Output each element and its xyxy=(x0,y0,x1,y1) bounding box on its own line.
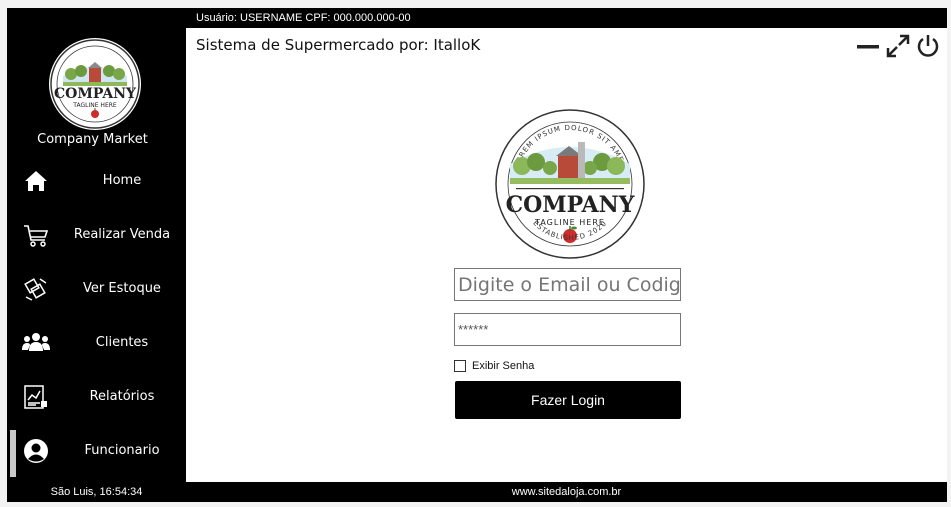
nav-label: Relatórios xyxy=(89,389,155,404)
login-button[interactable]: Fazer Login xyxy=(455,381,681,419)
main-content: Sistema de Supermercado por: ItalloK REM… xyxy=(186,28,947,482)
nav-label: Realizar Venda xyxy=(73,227,171,242)
power-icon xyxy=(916,35,940,62)
company-logo: LOREM IPSUM DOLOR SIT AMET COMPANY TAGLI… xyxy=(494,108,646,260)
power-button[interactable] xyxy=(916,34,940,58)
nav-item-ver-estoque[interactable]: Ver Estoque xyxy=(7,263,186,315)
active-indicator xyxy=(10,430,16,477)
show-password-checkbox[interactable]: Exibir Senha xyxy=(454,359,534,373)
home-icon xyxy=(22,167,50,195)
svg-text:TAGLINE HERE: TAGLINE HERE xyxy=(534,218,605,227)
app-window: COMPANY TAGLINE HERE Company Market Home… xyxy=(7,8,947,502)
nav-label: Funcionario xyxy=(84,443,160,458)
user-info-bar: Usuário: USERNAME CPF: 000.000.000-00 xyxy=(186,8,947,28)
company-logo-small: COMPANY TAGLINE HERE xyxy=(49,38,141,130)
clients-icon xyxy=(22,329,50,357)
minimize-button[interactable] xyxy=(856,34,880,58)
nav-item-funcionario[interactable]: Funcionario xyxy=(7,425,186,477)
nav-label: Clientes xyxy=(95,335,149,350)
cart-icon xyxy=(22,221,50,249)
password-field[interactable] xyxy=(454,313,681,346)
site-footer: www.sitedaloja.com.br xyxy=(186,482,947,502)
user-icon xyxy=(22,437,50,465)
nav-item-home[interactable]: Home xyxy=(7,155,186,207)
inventory-icon xyxy=(22,275,50,303)
svg-text:TAGLINE HERE: TAGLINE HERE xyxy=(72,102,117,109)
show-password-label: Exibir Senha xyxy=(472,360,535,372)
nav-item-realizar-venda[interactable]: Realizar Venda xyxy=(7,209,186,261)
report-icon xyxy=(22,383,50,411)
minimize-icon xyxy=(856,43,880,62)
checkbox-box[interactable] xyxy=(454,360,466,372)
maximize-button[interactable] xyxy=(886,34,910,58)
nav-label: Home xyxy=(102,173,142,188)
expand-icon xyxy=(886,34,910,62)
email-field[interactable] xyxy=(454,268,681,301)
clock-location: São Luis, 16:54:34 xyxy=(50,486,143,498)
app-title: Sistema de Supermercado por: ItalloK xyxy=(196,36,481,54)
company-name: Company Market xyxy=(37,132,148,147)
nav-item-clientes[interactable]: Clientes xyxy=(7,317,186,369)
nav-item-relatorios[interactable]: Relatórios xyxy=(7,371,186,423)
nav-label: Ver Estoque xyxy=(83,281,161,296)
svg-text:COMPANY: COMPANY xyxy=(54,86,137,102)
sidebar: COMPANY TAGLINE HERE Company Market Home… xyxy=(7,8,186,502)
svg-text:COMPANY: COMPANY xyxy=(506,192,635,218)
